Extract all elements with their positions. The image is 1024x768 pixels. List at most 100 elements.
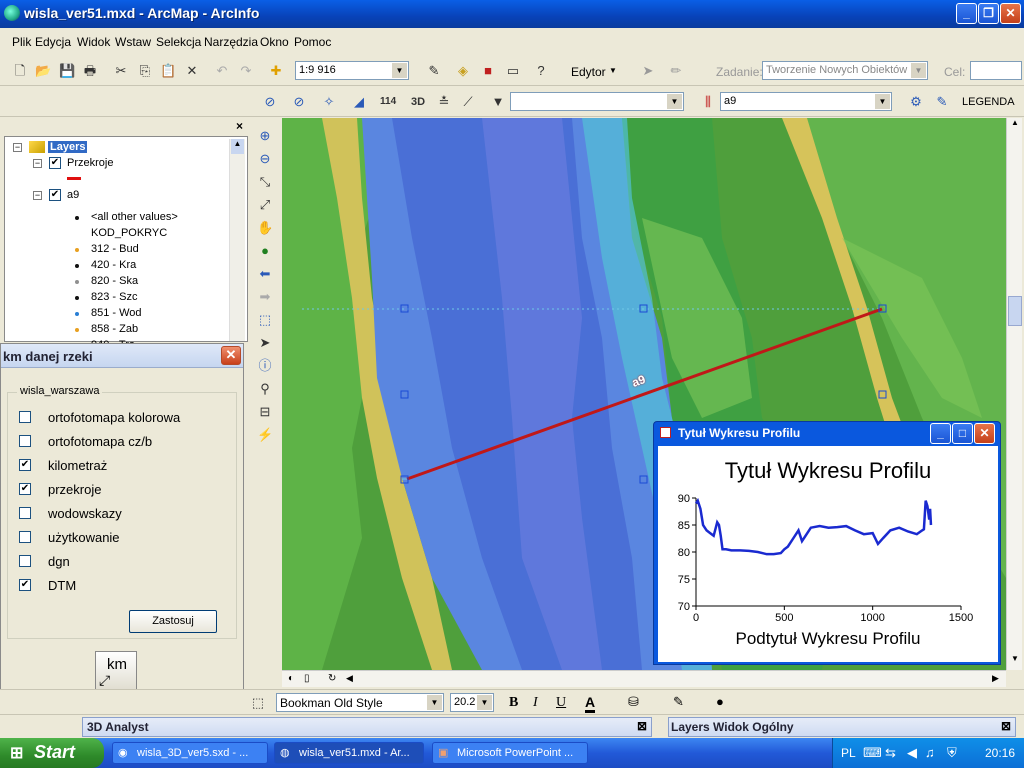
- interpolate-line-icon[interactable]: ≛: [436, 94, 452, 110]
- menu-widok[interactable]: Widok: [77, 35, 110, 49]
- close-icon[interactable]: ⊠: [1001, 719, 1011, 733]
- profile-graph-icon[interactable]: ⟋: [460, 94, 476, 110]
- save-icon[interactable]: 💾: [59, 63, 75, 79]
- pan-icon[interactable]: ✋: [257, 220, 273, 236]
- collapse-icon[interactable]: −: [33, 159, 42, 168]
- volume-icon[interactable]: ♫: [925, 745, 935, 760]
- apply-button[interactable]: Zastosuj: [129, 610, 217, 633]
- option-checkbox[interactable]: ✔: [19, 459, 31, 471]
- forward-extent-icon[interactable]: ➡: [257, 289, 273, 305]
- add-data-icon[interactable]: ✚: [268, 63, 284, 79]
- option-checkbox[interactable]: ✔: [19, 483, 31, 495]
- network-icon[interactable]: ⇆: [885, 745, 896, 761]
- start-button[interactable]: ⊞ Start: [0, 738, 104, 768]
- bold-button[interactable]: B: [509, 695, 518, 711]
- scroll-left-icon[interactable]: ◀: [346, 673, 353, 684]
- target-combo[interactable]: [970, 61, 1022, 80]
- contour-icon[interactable]: ⊘: [262, 94, 278, 110]
- command-line-icon[interactable]: ▭: [505, 63, 521, 79]
- zoom-out-icon[interactable]: ⊖: [257, 151, 273, 167]
- full-extent-icon[interactable]: ●: [257, 243, 273, 259]
- task-combo[interactable]: Tworzenie Nowych Obiektów ▼: [762, 61, 928, 80]
- legend-button[interactable]: LEGENDA: [962, 96, 1015, 108]
- option-checkbox[interactable]: ✔: [19, 579, 31, 591]
- collapse-icon[interactable]: −: [33, 191, 42, 200]
- scale-combo[interactable]: 1:9 916 ▼: [295, 61, 409, 80]
- edit-tool-icon[interactable]: ➤: [640, 63, 656, 79]
- pencil-tool-icon[interactable]: ✎: [934, 94, 950, 110]
- sketch-tool-icon[interactable]: ✏: [668, 63, 684, 79]
- toc-layer-przekroje[interactable]: Przekroje: [67, 157, 113, 169]
- option-checkbox[interactable]: [19, 531, 31, 543]
- task-powerpoint[interactable]: ▣ Microsoft PowerPoint ...: [432, 742, 588, 764]
- fill-color-icon[interactable]: ⛁: [628, 694, 639, 710]
- font-combo[interactable]: Bookman Old Style ▼: [276, 693, 444, 712]
- scroll-down-icon[interactable]: ▼: [1008, 654, 1022, 670]
- new-document-icon[interactable]: 🗋: [12, 63, 28, 79]
- menu-selekcja[interactable]: Selekcja: [156, 35, 201, 49]
- steepest-path-icon[interactable]: ✧: [321, 94, 337, 110]
- redo-icon[interactable]: ↷: [238, 63, 254, 79]
- scroll-up-icon[interactable]: ▲: [231, 139, 244, 154]
- option-checkbox[interactable]: [19, 507, 31, 519]
- arccatalog-icon[interactable]: ◈: [455, 63, 471, 79]
- km-button[interactable]: km ⤢: [95, 651, 137, 691]
- tray-expand-icon[interactable]: ◀: [907, 745, 917, 761]
- data-view-icon[interactable]: ◐: [288, 673, 294, 684]
- copy-icon[interactable]: ⎘: [137, 63, 153, 79]
- profile-layer-icon[interactable]: ⫼: [700, 94, 716, 110]
- graph-maximize-button[interactable]: □: [952, 423, 973, 444]
- editor-toolbar-icon[interactable]: ✎: [426, 63, 442, 79]
- print-icon[interactable]: 🖶: [82, 63, 98, 79]
- line-of-sight-icon[interactable]: ◢: [351, 94, 367, 110]
- zoom-in-icon[interactable]: ⊕: [257, 128, 273, 144]
- minimize-button[interactable]: _: [956, 3, 977, 24]
- option-checkbox[interactable]: [19, 555, 31, 567]
- line-color-icon[interactable]: ✎: [673, 694, 684, 710]
- task-openoffice[interactable]: ◉ wisla_3D_ver5.sxd - ...: [112, 742, 268, 764]
- back-extent-icon[interactable]: ⬅: [257, 266, 273, 282]
- layer-combo[interactable]: a9 ▼: [720, 92, 892, 111]
- maximize-button[interactable]: ❐: [978, 3, 999, 24]
- menu-narzedzia[interactable]: Narzędzia: [204, 35, 258, 49]
- menu-edycja[interactable]: Edycja: [35, 35, 71, 49]
- close-button[interactable]: ✕: [1000, 3, 1021, 24]
- toc-layer-a9[interactable]: a9: [67, 189, 79, 201]
- select-features-icon[interactable]: ⬚: [257, 312, 273, 328]
- 3d-view-icon[interactable]: 3D: [410, 94, 426, 110]
- keyboard-icon[interactable]: ⌨: [863, 745, 882, 761]
- new-text-icon[interactable]: ⬚: [250, 695, 266, 711]
- measure-icon[interactable]: ⊟: [257, 404, 273, 420]
- przekroje-checkbox[interactable]: ✔: [49, 157, 61, 169]
- menu-wstaw[interactable]: Wstaw: [115, 35, 151, 49]
- scroll-right-icon[interactable]: ▶: [992, 673, 999, 684]
- map-horizontal-scrollbar[interactable]: ◐ ▯ ↻ ◀ ▶: [282, 670, 1006, 687]
- collapse-icon[interactable]: −: [13, 143, 22, 152]
- refresh-icon[interactable]: ↻: [328, 673, 336, 684]
- language-indicator[interactable]: PL: [841, 746, 856, 760]
- grid-values-icon[interactable]: 114: [380, 94, 396, 110]
- delete-icon[interactable]: ✕: [184, 63, 200, 79]
- 3d-analyst-bar[interactable]: 3D Analyst ⊠: [82, 717, 652, 737]
- select-elements-icon[interactable]: ➤: [257, 335, 273, 351]
- open-folder-icon[interactable]: 📂: [35, 63, 51, 79]
- whats-this-icon[interactable]: ?: [533, 63, 549, 79]
- cut-icon[interactable]: ✂: [113, 63, 129, 79]
- surface-combo[interactable]: ▼: [510, 92, 684, 111]
- find-icon[interactable]: ⚲: [257, 381, 273, 397]
- option-checkbox[interactable]: [19, 435, 31, 447]
- fixed-zoom-out-icon[interactable]: ⤢: [257, 197, 273, 213]
- security-icon[interactable]: ⛨: [947, 745, 957, 761]
- undo-icon[interactable]: ↶: [214, 63, 230, 79]
- italic-button[interactable]: I: [533, 695, 538, 711]
- map-vertical-scrollbar[interactable]: ▲ ▼: [1006, 118, 1022, 670]
- marker-color-icon[interactable]: ●: [716, 694, 724, 709]
- overview-bar[interactable]: Layers Widok Ogólny ⊠: [668, 717, 1016, 737]
- fixed-zoom-in-icon[interactable]: ⤡: [257, 174, 273, 190]
- scroll-up-icon[interactable]: ▲: [1008, 118, 1022, 134]
- font-color-button[interactable]: A: [585, 694, 596, 713]
- arctoolbox-icon[interactable]: ■: [480, 63, 496, 79]
- close-icon[interactable]: ⊠: [637, 719, 647, 733]
- paste-icon[interactable]: 📋: [160, 63, 176, 79]
- option-checkbox[interactable]: [19, 411, 31, 423]
